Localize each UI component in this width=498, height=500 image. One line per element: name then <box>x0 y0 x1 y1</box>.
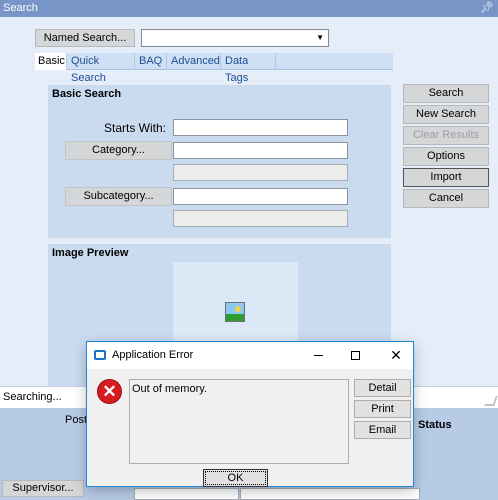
app-window-icon <box>94 350 106 360</box>
ok-button[interactable]: OK <box>203 469 268 487</box>
application-error-dialog: Application Error ✕ ✕ Out of memory. Det… <box>86 341 414 487</box>
error-icon: ✕ <box>97 379 122 404</box>
image-icon <box>225 302 245 322</box>
pin-icon[interactable]: 📌︎ <box>480 0 494 17</box>
close-icon[interactable]: ✕ <box>383 346 409 364</box>
search-tabs: Basic Quick Search BAQ Advanced Data Tag… <box>35 53 393 84</box>
tab-quick-search[interactable]: Quick Search <box>68 53 135 84</box>
minimize-icon[interactable] <box>305 346 331 364</box>
starts-with-label: Starts With: <box>103 121 166 135</box>
basic-search-title: Basic Search <box>52 88 122 100</box>
tab-advanced[interactable]: Advanced <box>168 53 221 70</box>
subcategory-button[interactable]: Subcategory... <box>65 187 172 206</box>
category-input[interactable] <box>173 142 348 159</box>
email-button[interactable]: Email <box>354 421 411 439</box>
dialog-titlebar: Application Error ✕ <box>87 342 413 369</box>
named-search-select[interactable]: ▼ <box>141 29 329 47</box>
grid-cell <box>240 488 420 500</box>
starts-with-input[interactable] <box>173 119 348 136</box>
post-label: Post <box>65 414 88 426</box>
status-column-label: Status <box>418 419 452 431</box>
subcategory-description <box>173 210 348 227</box>
dialog-title: Application Error <box>112 349 194 361</box>
search-button[interactable]: Search <box>403 84 489 103</box>
error-message: Out of memory. <box>129 379 349 464</box>
status-text: Searching... <box>3 391 62 403</box>
basic-search-panel: Basic Search Starts With: Category... Su… <box>48 85 391 238</box>
resize-grip-icon[interactable] <box>484 396 498 406</box>
window-title: Search <box>3 2 38 14</box>
clear-results-button[interactable]: Clear Results <box>403 126 489 145</box>
tab-data-tags[interactable]: Data Tags <box>222 53 276 84</box>
detail-button[interactable]: Detail <box>354 379 411 397</box>
subcategory-input[interactable] <box>173 188 348 205</box>
grid-cell <box>134 488 239 500</box>
options-button[interactable]: Options <box>403 147 489 166</box>
category-button[interactable]: Category... <box>65 141 172 160</box>
search-window-titlebar: Search 📌︎ <box>0 0 498 17</box>
tab-basic[interactable]: Basic <box>35 53 67 70</box>
tab-baq[interactable]: BAQ <box>136 53 167 70</box>
supervisor-button[interactable]: Supervisor... <box>2 480 84 497</box>
print-button[interactable]: Print <box>354 400 411 418</box>
category-description <box>173 164 348 181</box>
maximize-icon[interactable] <box>342 346 368 364</box>
chevron-down-icon[interactable]: ▼ <box>316 33 324 42</box>
import-button[interactable]: Import <box>403 168 489 187</box>
named-search-button[interactable]: Named Search... <box>35 29 135 47</box>
new-search-button[interactable]: New Search <box>403 105 489 124</box>
cancel-button[interactable]: Cancel <box>403 189 489 208</box>
image-preview-title: Image Preview <box>52 247 129 259</box>
